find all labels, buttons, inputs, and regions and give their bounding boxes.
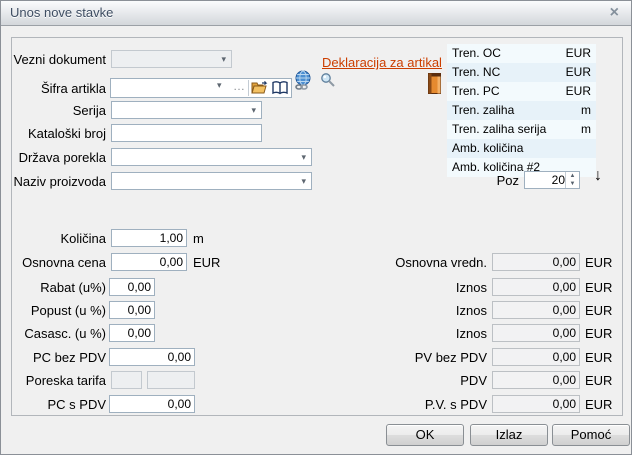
serija-label: Serija [9,102,106,120]
list-item: Amb. količina [447,139,596,158]
info-value: m [581,120,591,139]
pdv-unit: EUR [585,372,612,390]
chevron-down-icon[interactable]: ▾ [217,80,222,91]
search-icon[interactable] [319,72,337,95]
poz-value[interactable]: 20 [525,172,565,188]
pc-s-pdv-input[interactable] [109,395,195,413]
chevron-down-icon[interactable]: ▾ [301,173,306,190]
pv-bez-pdv-unit: EUR [585,349,612,367]
drzava-porekla-label: Država porekla [9,149,106,167]
iznos-unit: EUR [585,279,612,297]
window-title: Unos nove stavke [10,5,113,20]
info-value: EUR [566,44,591,63]
book-icon[interactable] [271,80,290,96]
chevron-down-icon[interactable]: ▾ [251,102,256,119]
pv-s-pdv-label: P.V. s PDV [337,396,487,414]
rabat-label: Rabat (u%) [9,279,106,297]
pdv-value [492,371,580,389]
current-values-list: Tren. OC EUR Tren. NC EUR Tren. PC EUR T… [447,44,596,177]
list-item: Tren. OC EUR [447,44,596,63]
pc-s-pdv-label: PC s PDV [9,396,106,414]
pv-s-pdv-value [492,395,580,413]
serija-combo[interactable]: ▾ [111,101,262,119]
pv-s-pdv-unit: EUR [585,396,612,414]
chevron-down-icon[interactable]: ▾ [301,149,306,166]
naziv-proizvoda-combo[interactable]: ▾ [111,172,312,190]
list-item: Tren. NC EUR [447,63,596,82]
open-folder-icon[interactable] [250,80,269,96]
rabat-input[interactable] [109,278,155,296]
list-item: Tren. zaliha m [447,101,596,120]
osnovna-vredn-unit: EUR [585,254,612,272]
spinner-down-icon[interactable]: ▼ [566,180,579,188]
popust-input[interactable] [109,301,155,319]
iznos-value [492,324,580,342]
dialog-unos-nove-stavke: Unos nove stavke × Vezni dokument ▾ Šifr… [0,0,632,455]
osnovna-cena-label: Osnovna cena [9,254,106,272]
pdv-label: PDV [337,372,487,390]
list-item: Tren. PC EUR [447,82,596,101]
info-label: Tren. OC [452,44,501,63]
iznos-label: Iznos [337,325,487,343]
naziv-proizvoda-label: Naziv proizvoda [9,173,106,191]
poz-label: Poz [469,172,519,190]
iznos-label: Iznos [337,279,487,297]
osnovna-cena-input[interactable] [111,253,187,271]
vezni-dokument-combo: ▾ [111,50,232,68]
chevron-down-icon: ▾ [221,51,226,68]
info-label: Tren. PC [452,82,500,101]
info-value: EUR [566,63,591,82]
osnovna-cena-unit: EUR [193,254,220,272]
poreska-tarifa-input-1 [111,371,142,389]
kolicina-unit: m [193,230,204,248]
popust-label: Popust (u %) [9,302,106,320]
kataloski-broj-label: Kataloški broj [9,125,106,143]
iznos-label: Iznos [337,302,487,320]
pv-bez-pdv-label: PV bez PDV [337,349,487,367]
ellipsis-button[interactable]: … [233,79,245,93]
sifra-artikla-label: Šifra artikla [9,80,106,98]
iznos-unit: EUR [585,302,612,320]
pomoc-button[interactable]: Pomoć [552,424,630,446]
divider [248,80,249,96]
globe-link-icon[interactable] [293,70,313,96]
vezni-dokument-label: Vezni dokument [9,51,106,69]
pv-bez-pdv-value [492,348,580,366]
info-label: Tren. zaliha [452,101,514,120]
info-value: m [581,101,591,120]
info-value: EUR [566,82,591,101]
close-icon[interactable]: × [610,3,619,23]
info-label: Tren. NC [452,63,500,82]
drzava-porekla-combo[interactable]: ▾ [111,148,312,166]
kolicina-label: Količina [9,230,106,248]
casasc-label: Casasc. (u %) [9,325,106,343]
osnovna-vredn-value [492,253,580,271]
spinner-up-icon[interactable]: ▲ [566,172,579,180]
spinner[interactable]: ▲ ▼ [565,172,579,188]
poreska-tarifa-label: Poreska tarifa [9,372,106,390]
pc-bez-pdv-label: PC bez PDV [9,349,106,367]
iznos-value [492,278,580,296]
info-label: Tren. zaliha serija [452,120,546,139]
casasc-input[interactable] [109,324,155,342]
kolicina-input[interactable] [111,229,187,247]
iznos-unit: EUR [585,325,612,343]
kataloski-broj-input[interactable] [111,124,262,142]
titlebar[interactable]: Unos nove stavke × [1,1,631,26]
list-item: Tren. zaliha serija m [447,120,596,139]
pc-bez-pdv-input[interactable] [109,348,195,366]
ok-button[interactable]: OK [386,424,464,446]
poreska-tarifa-input-2 [147,371,195,389]
move-down-icon[interactable]: ↓ [594,167,602,185]
article-book-icon[interactable] [428,73,441,99]
info-label: Amb. količina [452,139,523,158]
osnovna-vredn-label: Osnovna vredn. [337,254,487,272]
iznos-value [492,301,580,319]
deklaracija-za-artikal-link[interactable]: Deklaracija za artikal [322,55,442,70]
poz-stepper[interactable]: 20 ▲ ▼ [524,171,580,189]
sifra-artikla-combo[interactable]: ▾ … [110,78,292,98]
izlaz-button[interactable]: Izlaz [470,424,548,446]
